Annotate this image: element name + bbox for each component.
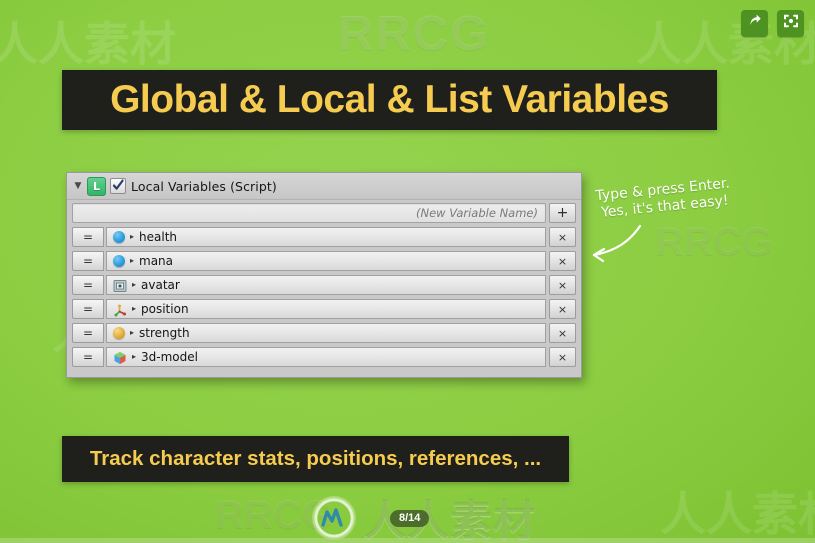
variable-expand-arrow-icon[interactable]: ▸	[130, 257, 134, 265]
variable-row[interactable]: = ▸ health ×	[72, 227, 576, 247]
variable-entry[interactable]: ▸ strength	[106, 323, 546, 343]
variable-entry[interactable]: ▸ health	[106, 227, 546, 247]
variable-drag-handle[interactable]: =	[72, 275, 104, 295]
variable-drag-handle[interactable]: =	[72, 347, 104, 367]
inspector-panel: ▼ L Local Variables (Script) (New Variab…	[66, 172, 582, 378]
variable-name: 3d-model	[141, 350, 198, 364]
page-indicator: 8/14	[390, 510, 430, 527]
slide-caption-banner: Track character stats, positions, refere…	[62, 436, 569, 482]
variable-remove-button[interactable]: ×	[549, 323, 576, 343]
variable-name: position	[141, 302, 189, 316]
float-icon	[113, 231, 125, 243]
new-variable-row: (New Variable Name) +	[72, 203, 576, 223]
variable-entry[interactable]: ▸ 3d-model	[106, 347, 546, 367]
share-button[interactable]	[741, 10, 768, 37]
variable-name: health	[139, 230, 178, 244]
variable-drag-handle[interactable]: =	[72, 227, 104, 247]
variable-entry[interactable]: ▸ mana	[106, 251, 546, 271]
inspector-header: ▼ L Local Variables (Script)	[67, 173, 581, 200]
variable-entry[interactable]: ▸ position	[106, 299, 546, 319]
variable-remove-button[interactable]: ×	[549, 299, 576, 319]
watermark-cn-top-left: 人人素材	[0, 17, 176, 71]
watermark-cn-bottom-right: 人人素材	[660, 487, 815, 541]
variable-remove-button[interactable]: ×	[549, 251, 576, 271]
variable-expand-arrow-icon[interactable]: ▸	[132, 281, 136, 289]
share-arrow-icon	[747, 13, 763, 34]
script-icon: L	[87, 176, 106, 196]
float-icon	[113, 255, 125, 267]
variable-expand-arrow-icon[interactable]: ▸	[130, 233, 134, 241]
variable-name: strength	[139, 326, 190, 340]
variable-drag-handle[interactable]: =	[72, 251, 104, 271]
slide-viewer: RRCG RRCG RRCG RRCG 人人素材 人人素材 人人素材 人人素材 …	[0, 0, 815, 543]
variable-list: = ▸ health × = ▸ mana × = ▸ avatar × = ▸ position × = ▸ st…	[72, 227, 576, 367]
caption-text: Track character stats, positions, refere…	[89, 447, 542, 470]
variable-expand-arrow-icon[interactable]: ▸	[132, 305, 136, 313]
variable-drag-handle[interactable]: =	[72, 323, 104, 343]
variable-row[interactable]: = ▸ strength ×	[72, 323, 576, 343]
variable-remove-button[interactable]: ×	[549, 347, 576, 367]
prefab-cube-icon	[113, 350, 127, 364]
add-variable-button[interactable]: +	[549, 203, 576, 223]
watermark-rrcg-top: RRCG	[338, 7, 491, 61]
checkmark-icon	[112, 179, 124, 190]
variable-remove-button[interactable]: ×	[549, 227, 576, 247]
fullscreen-button[interactable]	[777, 10, 804, 37]
component-enabled-checkbox[interactable]	[110, 178, 126, 194]
vector3-axis-icon	[113, 302, 127, 317]
variable-expand-arrow-icon[interactable]: ▸	[132, 353, 136, 361]
component-title: Local Variables (Script)	[131, 178, 277, 194]
watermark-rrcg-right: RRCG	[655, 220, 773, 264]
slide-title-banner: Global & Local & List Variables	[62, 70, 717, 130]
variable-entry[interactable]: ▸ avatar	[106, 275, 546, 295]
variable-row[interactable]: = ▸ position ×	[72, 299, 576, 319]
variable-row[interactable]: = ▸ 3d-model ×	[72, 347, 576, 367]
new-variable-input[interactable]: (New Variable Name)	[72, 203, 546, 223]
annotation-arrow-icon	[578, 222, 644, 273]
brand-logo-icon	[312, 495, 356, 540]
foldout-triangle-icon[interactable]: ▼	[71, 181, 85, 191]
variable-drag-handle[interactable]: =	[72, 299, 104, 319]
gameobject-icon	[113, 278, 127, 292]
annotation-line-2: Yes, it's that easy!	[600, 192, 730, 221]
annotation-line-1: Type & press Enter.	[594, 175, 731, 205]
player-controls	[741, 10, 804, 37]
variable-name: avatar	[141, 278, 180, 292]
variable-name: mana	[139, 254, 174, 268]
inspector-body: (New Variable Name) + = ▸ health × = ▸ mana × = ▸…	[67, 200, 581, 377]
bottom-strip	[0, 538, 815, 543]
annotation-note: Type & press Enter. Yes, it's that easy!	[595, 168, 812, 222]
watermark-rrcg-bottom: RRCG	[215, 493, 333, 537]
variable-expand-arrow-icon[interactable]: ▸	[130, 329, 134, 337]
variable-remove-button[interactable]: ×	[549, 275, 576, 295]
page-title: Global & Local & List Variables	[110, 78, 669, 121]
variable-row[interactable]: = ▸ avatar ×	[72, 275, 576, 295]
fullscreen-icon	[783, 13, 799, 34]
variable-row[interactable]: = ▸ mana ×	[72, 251, 576, 271]
int-icon	[113, 327, 125, 339]
